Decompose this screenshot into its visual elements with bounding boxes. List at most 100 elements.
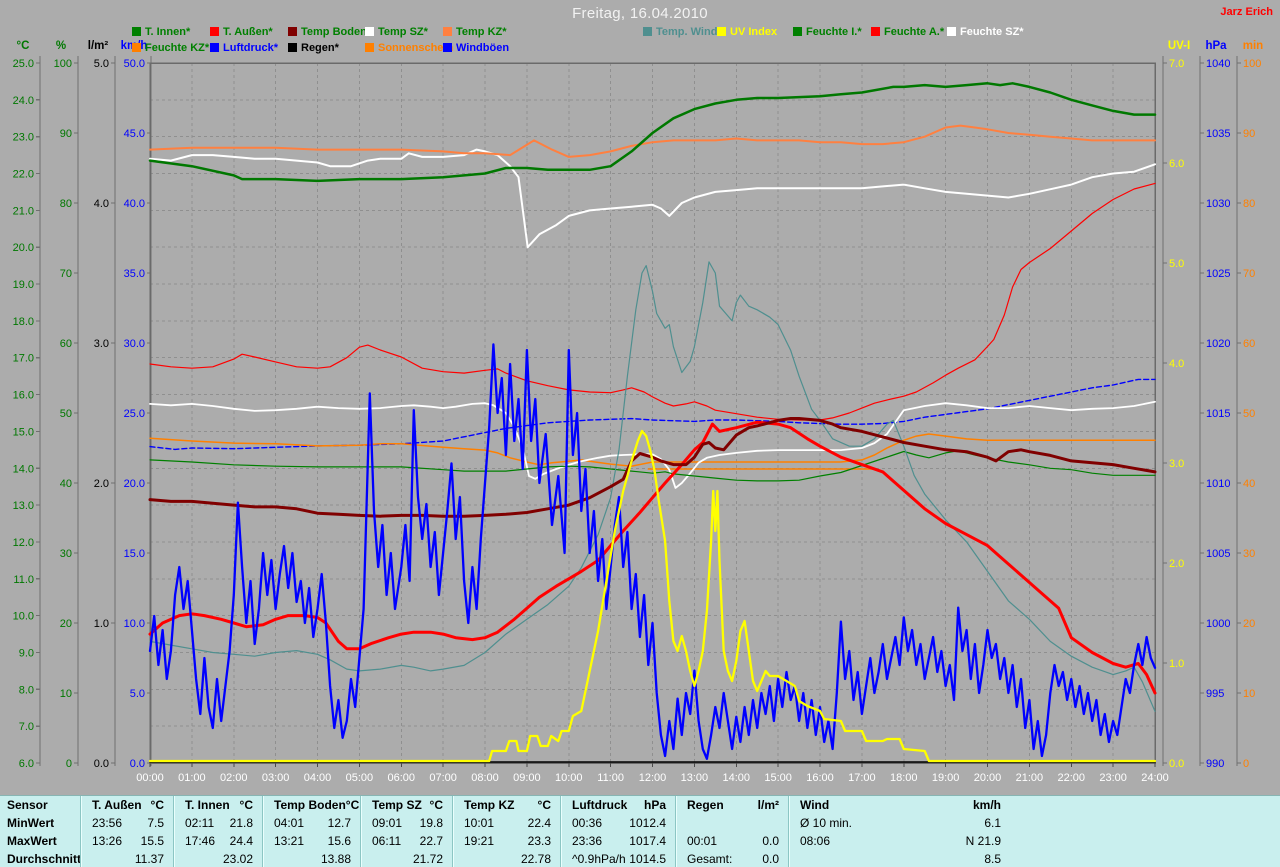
axis-tick-label: 16.0 xyxy=(13,390,34,402)
table-cell-right: 19.8 xyxy=(419,816,443,830)
axis-tick-label: 60 xyxy=(1243,338,1255,350)
table-row-label: MinWert xyxy=(7,816,55,830)
x-axis-label: 00:00 xyxy=(136,772,164,784)
table-cell-right: 12.7 xyxy=(327,816,351,830)
legend-label: Feuchte SZ* xyxy=(960,26,1024,38)
table-filler xyxy=(1010,796,1280,814)
table-cell-wind: 8.5 xyxy=(788,850,1010,867)
x-axis-label: 24:00 xyxy=(1141,772,1169,784)
axis-tick-label: 30 xyxy=(60,548,72,560)
legend-swatch xyxy=(288,27,297,36)
axis-title: °C xyxy=(17,40,30,52)
axis-tick-label: 40.0 xyxy=(124,198,145,210)
table-cell-luftdruck: ^0.9hPa/h 1014.5 xyxy=(560,850,675,867)
axis-tick-label: 1025 xyxy=(1206,268,1230,280)
x-axis-label: 03:00 xyxy=(262,772,290,784)
x-axis-label: 05:00 xyxy=(346,772,374,784)
legend-item-t-innen-[interactable]: T. Innen* xyxy=(132,27,190,39)
table-cell-right: 22.4 xyxy=(527,816,551,830)
axis-tick-label: 15.0 xyxy=(13,426,34,438)
axis-tick-label: 50 xyxy=(60,408,72,420)
axis-tick-label: 40 xyxy=(60,478,72,490)
table-cell-right: °C xyxy=(239,798,253,812)
legend-item-temp-sz-[interactable]: Temp SZ* xyxy=(365,27,428,39)
legend-item-temp-kz-[interactable]: Temp KZ* xyxy=(443,27,507,39)
table-cell-right: 11.37 xyxy=(134,852,164,866)
legend-item-t-außen-[interactable]: T. Außen* xyxy=(210,27,273,39)
legend-item-feuchte-i-[interactable]: Feuchte I.* xyxy=(793,27,862,39)
legend-swatch xyxy=(288,43,297,52)
table-cell-left: 23:36 xyxy=(572,834,603,848)
table-cell-right: 8.5 xyxy=(984,852,1001,866)
table-cell-right: 1014.5 xyxy=(629,852,666,866)
axis-tick-label: 1.0 xyxy=(94,618,109,630)
table-cell-temp-kz: Temp KZ °C xyxy=(452,796,560,814)
table-cell-left: Temp SZ xyxy=(372,798,422,812)
axis-tick-label: 7.0 xyxy=(1169,58,1184,70)
legend-item-uv-index[interactable]: UV Index xyxy=(717,27,777,39)
axis-tick-label: 0.0 xyxy=(94,758,109,770)
axis-tick-label: 11.0 xyxy=(13,574,34,586)
legend-item-feuchte-a-[interactable]: Feuchte A.* xyxy=(871,27,944,39)
table-cell-right: 1017.4 xyxy=(629,834,666,848)
legend-item-luftdruck-[interactable]: Luftdruck* xyxy=(210,43,278,55)
legend-label: Feuchte KZ* xyxy=(145,42,210,54)
legend-item-sonnenschein[interactable]: Sonnenschein xyxy=(365,43,453,55)
table-cell-left: 17:46 xyxy=(185,834,216,848)
legend-item-windböen[interactable]: Windböen xyxy=(443,43,509,55)
table-cell-temp-boden: 13.88 xyxy=(262,850,360,867)
axis-tick-label: 6.0 xyxy=(19,758,34,770)
axis-tick-label: 1040 xyxy=(1206,58,1230,70)
legend-label: Temp Boden* xyxy=(301,26,372,38)
table-cell-right: °C xyxy=(537,798,551,812)
table-cell-right: 22.78 xyxy=(520,852,551,866)
table-cell-wind: Ø 10 min. 6.1 xyxy=(788,814,1010,832)
legend-item-temp-wind-[interactable]: Temp. Wind* xyxy=(643,27,722,39)
legend-item-feuchte-kz-[interactable]: Feuchte KZ* xyxy=(132,43,209,55)
axis-tick-label: 8.0 xyxy=(19,684,34,696)
x-axis-label: 15:00 xyxy=(764,772,792,784)
table-cell-left: T. Innen xyxy=(185,798,230,812)
x-axis-label: 14:00 xyxy=(722,772,750,784)
table-cell-temp-sz: 06:11 22.7 xyxy=(360,832,452,850)
x-axis-label: 19:00 xyxy=(932,772,960,784)
axis-title: l/m² xyxy=(88,40,109,52)
legend-swatch xyxy=(443,43,452,52)
table-cell-temp-boden: Temp Boden °C xyxy=(262,796,360,814)
legend-label: T. Außen* xyxy=(223,26,273,38)
axis-tick-label: 1035 xyxy=(1206,128,1230,140)
table-cell-t-au-en: 23:56 7.5 xyxy=(80,814,173,832)
x-axis-label: 01:00 xyxy=(178,772,206,784)
table-cell-right: 21.72 xyxy=(412,852,443,866)
table-cell-right: 15.5 xyxy=(140,834,164,848)
legend-swatch xyxy=(132,43,141,52)
table-cell-t-innen: 17:46 24.4 xyxy=(173,832,262,850)
table-cell-right: 22.7 xyxy=(419,834,443,848)
legend-item-regen-[interactable]: Regen* xyxy=(288,43,339,55)
legend-item-temp-boden-[interactable]: Temp Boden* xyxy=(288,27,371,39)
axis-tick-label: 1010 xyxy=(1206,478,1230,490)
axis-tick-label: 1015 xyxy=(1206,408,1230,420)
table-cell-right: 24.4 xyxy=(229,834,253,848)
axis-tick-label: 18.0 xyxy=(13,316,34,328)
axis-tick-label: 1005 xyxy=(1206,548,1230,560)
axis-tick-label: 3.0 xyxy=(1169,458,1184,470)
axis-tick-label: 10 xyxy=(60,688,72,700)
legend-label: Windböen xyxy=(456,42,510,54)
axis-tick-label: 7.0 xyxy=(19,721,34,733)
axis-tick-label: 80 xyxy=(60,198,72,210)
axis-tick-label: 19.0 xyxy=(13,279,34,291)
legend-label: Feuchte A.* xyxy=(884,26,945,38)
axis-tick-label: 4.0 xyxy=(1169,358,1184,370)
table-cell-right: 23.3 xyxy=(527,834,551,848)
legend-swatch xyxy=(365,27,374,36)
legend-label: Luftdruck* xyxy=(223,42,278,54)
table-cell-t-innen: 23.02 xyxy=(173,850,262,867)
axis-tick-label: 70 xyxy=(60,268,72,280)
table-cell-t-au-en: 13:26 15.5 xyxy=(80,832,173,850)
table-cell-right: km/h xyxy=(972,798,1001,812)
x-axis-label: 11:00 xyxy=(597,772,624,784)
x-axis-label: 13:00 xyxy=(681,772,709,784)
legend-item-feuchte-sz-[interactable]: Feuchte SZ* xyxy=(947,27,1024,39)
axis-tick-label: 20 xyxy=(60,618,72,630)
